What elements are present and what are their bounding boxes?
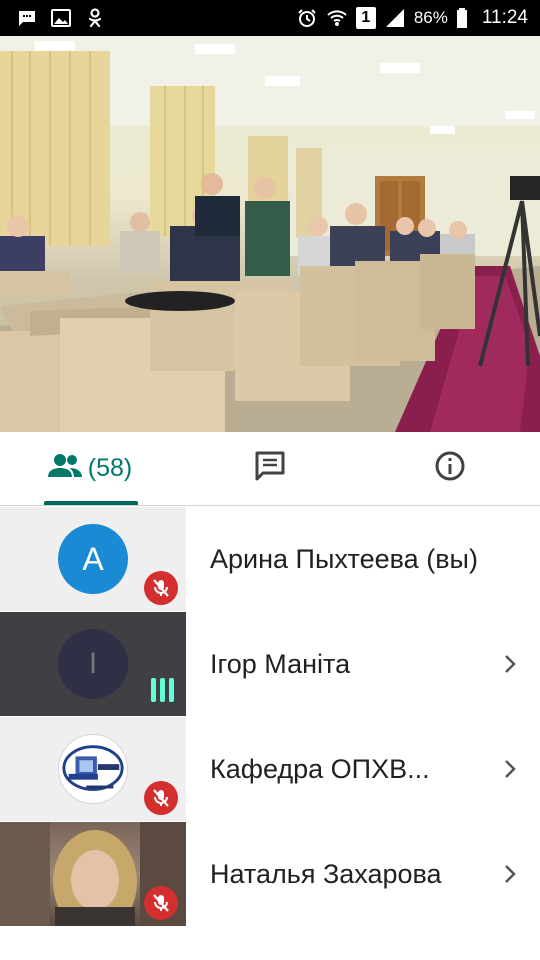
tab-bar: (58) [0,432,540,506]
sim-number: 1 [361,9,371,26]
mic-off-icon [144,571,178,605]
chevron-right-icon[interactable] [490,758,530,780]
chat-icon [254,450,286,487]
avatar-initial: I [88,647,98,680]
image-icon [50,7,72,29]
alarm-icon [296,7,318,29]
participant-name: Кафедра ОПХВ... [210,753,430,784]
status-bar: 1 86% 11:24 [0,0,540,36]
battery-icon [456,7,468,29]
odnoklassniki-icon [84,7,106,29]
participants-count: (58) [87,454,133,482]
participant-row[interactable]: Кафедра ОПХВ... [0,717,540,821]
participant-thumbnail: A [0,507,186,611]
participant-row[interactable]: Наталья Захарова [0,822,540,926]
active-speaker-video[interactable] [0,36,540,432]
status-time: 11:24 [481,7,528,28]
participant-thumbnail [0,717,186,821]
active-tab-indicator [44,501,138,505]
participant-name: Арина Пыхтеева (вы) [210,543,478,574]
speaking-indicator-icon [151,678,174,702]
chevron-right-icon[interactable] [490,863,530,885]
status-bar-right: 1 86% 11:24 [296,7,528,29]
mic-off-icon [144,781,178,815]
info-tab[interactable] [360,432,540,505]
participants-tab[interactable]: (58) [0,432,180,505]
participant-video-thumbnail [0,822,186,926]
info-icon [434,450,466,487]
sim-icon: 1 [355,7,376,29]
avatar: I [58,629,128,699]
conference-hall-video-frame [0,36,540,432]
participant-list: A Арина Пыхтеева (вы) I Ігор Маніта Кафе… [0,507,540,926]
signal-icon [384,7,406,29]
participant-name: Ігор Маніта [210,648,351,679]
chat-tab[interactable] [180,432,360,505]
battery-percent: 86% [413,8,448,27]
mic-off-icon [144,886,178,920]
chevron-right-icon[interactable] [490,653,530,675]
people-icon [47,453,82,484]
department-logo [58,734,128,804]
avatar: A [58,524,128,594]
participant-thumbnail: I [0,612,186,716]
status-bar-left [16,7,106,29]
avatar-initial: A [82,540,104,577]
wifi-icon [326,7,348,29]
chat-bubble-icon [16,7,38,29]
participant-name: Наталья Захарова [210,858,442,889]
participant-row[interactable]: I Ігор Маніта [0,612,540,716]
participant-row[interactable]: A Арина Пыхтеева (вы) [0,507,540,611]
